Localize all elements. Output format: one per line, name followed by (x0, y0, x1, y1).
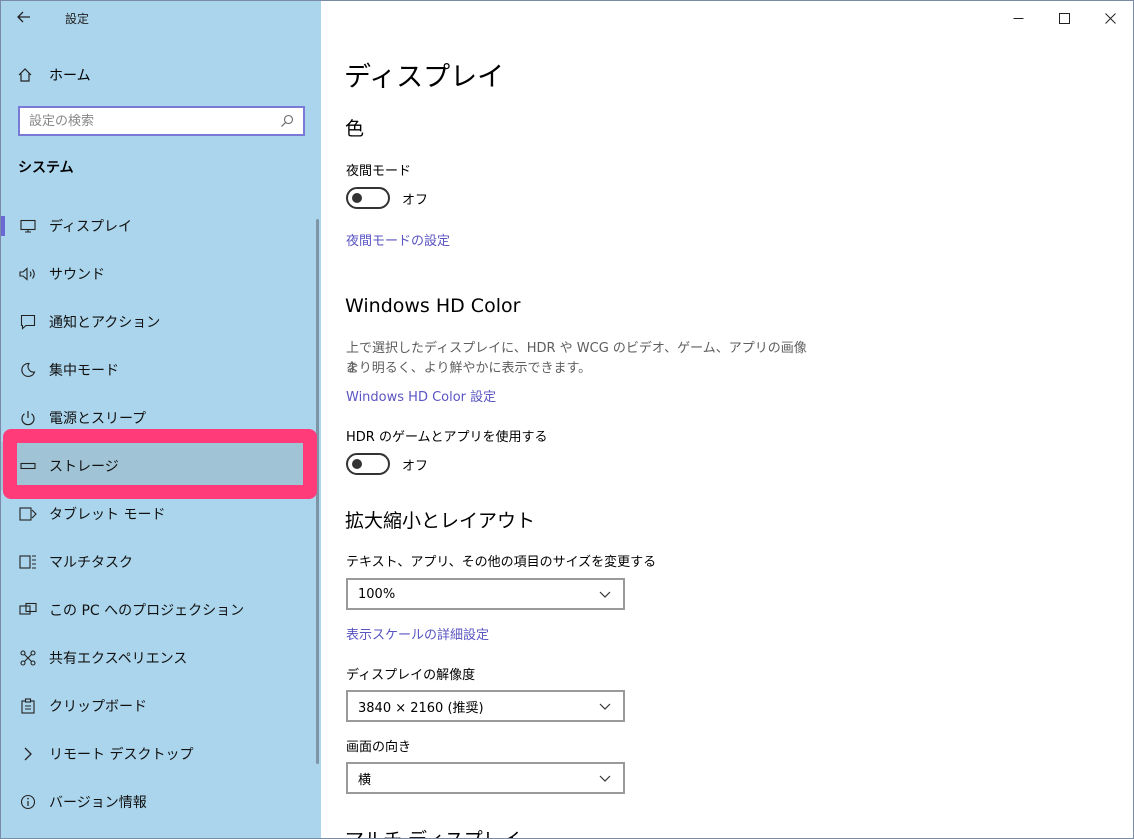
sidebar-item-power[interactable]: 電源とスリープ (1, 394, 313, 442)
section-heading: システム (18, 160, 74, 176)
maximize-icon (1058, 9, 1070, 28)
info-icon (17, 794, 39, 810)
speaker-icon (17, 267, 39, 281)
storage-icon (17, 461, 39, 471)
night-mode-settings-link[interactable]: 夜間モードの設定 (346, 230, 450, 249)
resolution-dropdown[interactable]: 3840 × 2160 (推奨) (346, 690, 625, 722)
sidebar-item-multitask[interactable]: マルチタスク (1, 538, 313, 586)
sidebar-item-label: 電源とスリープ (49, 411, 147, 427)
back-button[interactable] (9, 3, 39, 31)
close-button[interactable] (1087, 1, 1133, 35)
selection-indicator (1, 216, 5, 236)
sidebar-item-label: サウンド (49, 267, 105, 283)
sidebar-item-label: マルチタスク (49, 555, 133, 571)
sidebar-item-storage[interactable]: ストレージ (1, 442, 313, 490)
minimize-icon (1013, 9, 1024, 28)
sidebar-item-label: ストレージ (49, 459, 119, 475)
resolution-value: 3840 × 2160 (推奨) (358, 700, 484, 716)
night-mode-label: 夜間モード (346, 164, 412, 179)
orientation-value: 横 (358, 772, 372, 788)
sidebar-item-sound[interactable]: サウンド (1, 250, 313, 298)
page-title: ディスプレイ (344, 62, 505, 93)
sidebar-item-projection[interactable]: この PC へのプロジェクション (1, 586, 313, 634)
sidebar: 設定 ホーム システム ディスプレイ (1, 1, 321, 838)
sidebar-item-label: ディスプレイ (49, 219, 133, 235)
hdr-section-title: Windows HD Color (345, 295, 521, 317)
sidebar-item-label: リモート デスクトップ (49, 747, 194, 763)
chevron-down-icon (595, 591, 615, 598)
window-controls (995, 1, 1133, 35)
sidebar-item-home[interactable]: ホーム (1, 59, 321, 91)
hdr-settings-link[interactable]: Windows HD Color 設定 (346, 386, 496, 405)
moon-icon (17, 362, 39, 378)
color-section-title: 色 (345, 118, 365, 140)
monitor-icon (17, 219, 39, 233)
advanced-scale-link[interactable]: 表示スケールの詳細設定 (346, 624, 489, 643)
power-icon (17, 410, 39, 426)
notification-icon (17, 314, 39, 330)
sidebar-item-label: この PC へのプロジェクション (49, 603, 245, 619)
scale-section-title: 拡大縮小とレイアウト (345, 510, 536, 532)
sidebar-item-about[interactable]: バージョン情報 (1, 778, 313, 826)
toggle-knob (352, 193, 362, 203)
search-input[interactable] (27, 112, 277, 130)
sidebar-item-notifications[interactable]: 通知とアクション (1, 298, 313, 346)
toggle-knob (352, 459, 362, 469)
night-mode-state: オフ (402, 192, 429, 208)
hdr-description-line2: より明るく、より鮮やかに表示できます。 (346, 361, 592, 376)
hdr-toggle-label: HDR のゲームとアプリを使用する (346, 430, 548, 445)
sidebar-item-clipboard[interactable]: クリップボード (1, 682, 313, 730)
sidebar-item-tablet[interactable]: タブレット モード (1, 490, 313, 538)
search-box[interactable] (18, 106, 305, 136)
hdr-toggle-state: オフ (402, 458, 429, 474)
sidebar-item-remote[interactable]: リモート デスクトップ (1, 730, 313, 778)
text-size-value: 100% (358, 586, 396, 602)
orientation-label: 画面の向き (346, 740, 412, 755)
search-icon[interactable] (277, 114, 297, 128)
orientation-dropdown[interactable]: 横 (346, 762, 625, 794)
hdr-toggle[interactable] (346, 453, 390, 475)
settings-window: 設定 ホーム システム ディスプレイ (0, 0, 1134, 839)
shared-icon (17, 650, 39, 666)
chevron-down-icon (595, 703, 615, 710)
text-size-label: テキスト、アプリ、その他の項目のサイズを変更する (346, 555, 657, 570)
home-label: ホーム (49, 68, 91, 84)
sidebar-item-display[interactable]: ディスプレイ (1, 202, 313, 250)
sidebar-item-label: クリップボード (49, 699, 147, 715)
back-arrow-icon (17, 8, 31, 27)
sidebar-item-label: タブレット モード (49, 507, 166, 523)
chevron-down-icon (595, 775, 615, 782)
maximize-button[interactable] (1041, 1, 1087, 35)
remote-icon (17, 746, 39, 762)
tablet-icon (17, 506, 39, 522)
sidebar-item-label: 共有エクスペリエンス (49, 651, 188, 667)
sidebar-scrollbar[interactable] (316, 219, 319, 764)
projection-icon (17, 602, 39, 618)
home-icon (17, 67, 43, 83)
minimize-button[interactable] (995, 1, 1041, 35)
night-mode-toggle-row: オフ (346, 187, 428, 209)
sidebar-item-shared[interactable]: 共有エクスペリエンス (1, 634, 313, 682)
titlebar: 設定 (1, 1, 321, 35)
text-size-dropdown[interactable]: 100% (346, 578, 625, 610)
night-mode-toggle[interactable] (346, 187, 390, 209)
sidebar-item-label: 通知とアクション (49, 315, 161, 331)
sidebar-item-focus[interactable]: 集中モード (1, 346, 313, 394)
clipboard-icon (17, 698, 39, 714)
sidebar-item-label: バージョン情報 (49, 795, 147, 811)
app-title: 設定 (65, 12, 90, 26)
main-content: ディスプレイ 色 夜間モード オフ 夜間モードの設定 Windows HD Co… (321, 1, 1133, 838)
multitask-icon (17, 554, 39, 570)
multi-display-section-title: マルチ ディスプレイ (345, 825, 521, 838)
sidebar-item-label: 集中モード (49, 363, 119, 379)
close-icon (1104, 9, 1116, 28)
hdr-toggle-row: オフ (346, 453, 428, 475)
resolution-label: ディスプレイの解像度 (346, 668, 476, 683)
nav-list: ディスプレイ サウンド 通知とアクション 集中モード 電源とスリープ ストレージ… (1, 202, 313, 826)
